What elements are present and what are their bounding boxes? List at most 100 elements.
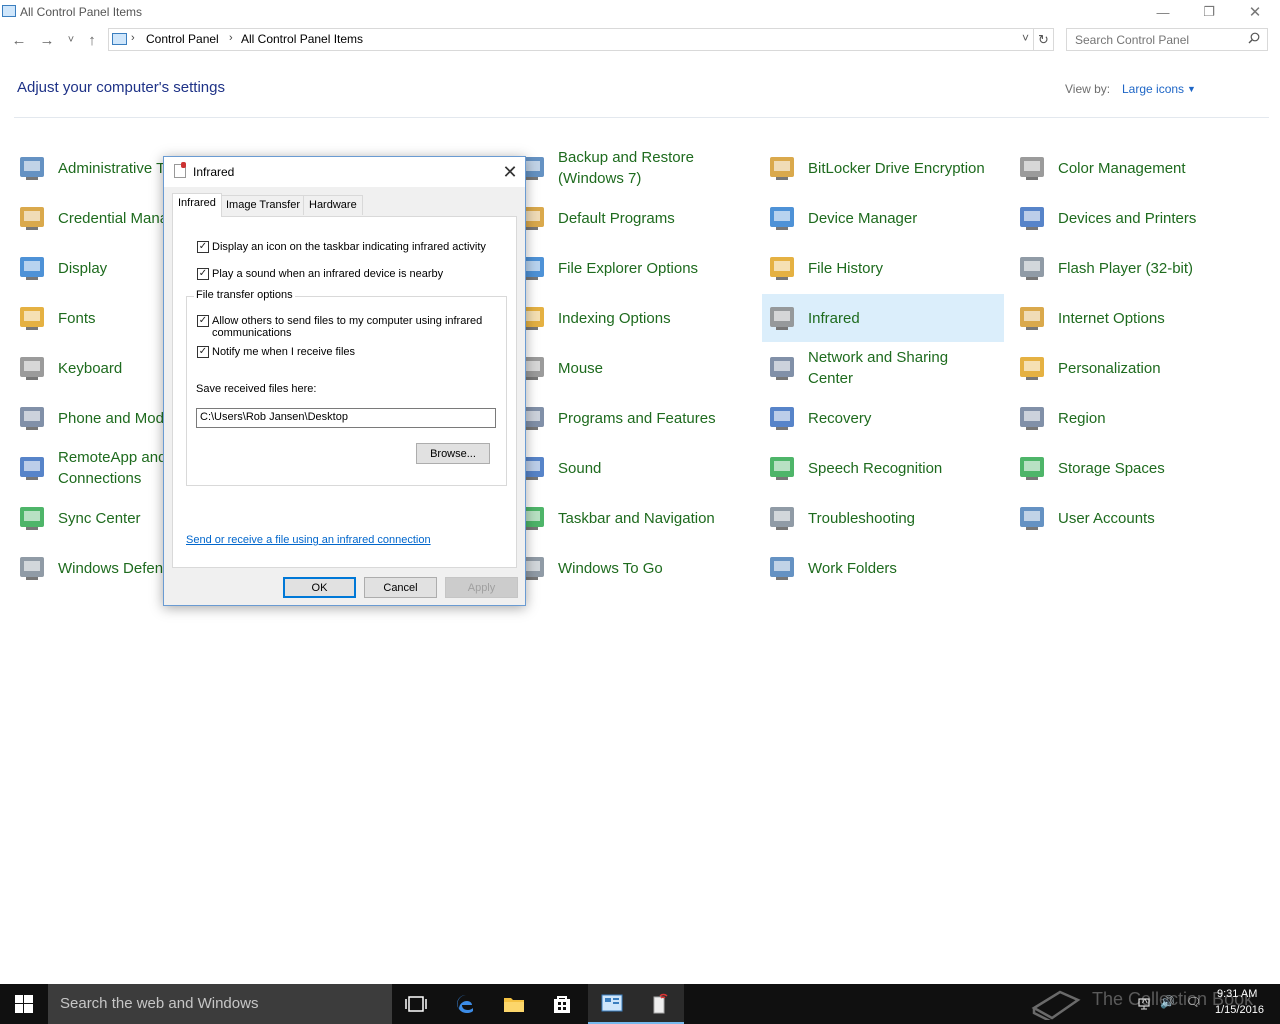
control-panel-item[interactable]: File Explorer Options	[512, 244, 754, 292]
control-panel-item[interactable]: Infrared	[762, 294, 1004, 342]
keyboard-icon	[16, 352, 48, 384]
speech-recognition-icon	[766, 452, 798, 484]
control-panel-item-label: Mouse	[558, 359, 604, 377]
network-icon[interactable]	[1138, 997, 1152, 1011]
control-panel-item-label: User Accounts	[1058, 509, 1155, 527]
page-title: Adjust your computer's settings	[17, 79, 225, 96]
address-dropdown-icon[interactable]: ˅	[1022, 31, 1029, 45]
browse-button[interactable]: Browse...	[416, 443, 490, 464]
control-panel-icon	[112, 33, 127, 45]
control-panel-item[interactable]: Color Management	[1012, 144, 1254, 192]
restore-button[interactable]: ❐	[1186, 0, 1232, 24]
taskbar-icon-checkbox[interactable]: ✓	[197, 241, 209, 253]
control-panel-item[interactable]: Default Programs	[512, 194, 754, 242]
up-arrow-icon[interactable]: ↑	[83, 30, 101, 50]
control-panel-item[interactable]: Work Folders	[762, 544, 1004, 592]
control-panel-item[interactable]: Storage Spaces	[1012, 444, 1254, 492]
control-panel-item-label: Infrared	[808, 309, 860, 327]
tab-infrared[interactable]: Infrared	[172, 193, 222, 217]
breadcrumb-control-panel[interactable]: Control Panel	[146, 32, 219, 46]
store-button[interactable]	[538, 984, 586, 1024]
devices-printers-icon	[1016, 202, 1048, 234]
control-panel-item[interactable]: Flash Player (32-bit)	[1012, 244, 1254, 292]
control-panel-item[interactable]: Sound	[512, 444, 754, 492]
minimize-button[interactable]: —	[1140, 0, 1186, 24]
breadcrumb-all-items[interactable]: All Control Panel Items	[241, 32, 363, 46]
control-panel-item[interactable]: BitLocker Drive Encryption	[762, 144, 1004, 192]
control-panel-item[interactable]: Indexing Options	[512, 294, 754, 342]
back-arrow-icon[interactable]: ←	[10, 30, 28, 50]
window-titlebar: All Control Panel Items — ❐ ✕	[0, 0, 1280, 24]
control-panel-item-label: Speech Recognition	[808, 459, 943, 477]
clock-time[interactable]: 9:31 AM	[1217, 988, 1257, 1000]
view-by-dropdown[interactable]: Large icons	[1122, 82, 1184, 96]
control-panel-taskbar-button[interactable]	[588, 984, 636, 1024]
infrared-icon	[174, 162, 186, 178]
sync-center-icon	[16, 502, 48, 534]
recovery-icon	[766, 402, 798, 434]
edge-button[interactable]	[442, 984, 490, 1024]
save-path-input[interactable]: C:\Users\Rob Jansen\Desktop	[196, 408, 496, 428]
view-by-caret-icon[interactable]: ▼	[1187, 84, 1196, 94]
cancel-button[interactable]: Cancel	[364, 577, 437, 598]
control-panel-item[interactable]: User Accounts	[1012, 494, 1254, 542]
apply-button[interactable]: Apply	[445, 577, 518, 598]
control-panel-item[interactable]: Backup and Restore (Windows 7)	[512, 144, 754, 192]
windows-defender-icon	[16, 552, 48, 584]
control-panel-item[interactable]: Internet Options	[1012, 294, 1254, 342]
internet-options-icon	[1016, 302, 1048, 334]
storage-spaces-icon	[1016, 452, 1048, 484]
control-panel-item[interactable]: Region	[1012, 394, 1254, 442]
task-view-icon	[405, 996, 427, 1012]
notifications-icon[interactable]: 🗨	[1186, 995, 1201, 1009]
forward-arrow-icon[interactable]: →	[38, 30, 56, 50]
control-panel-item[interactable]: Programs and Features	[512, 394, 754, 442]
allow-send-checkbox[interactable]: ✓	[197, 315, 209, 327]
control-panel-item[interactable]: Taskbar and Navigation	[512, 494, 754, 542]
breadcrumb-separator[interactable]: ›	[131, 32, 135, 44]
control-panel-item[interactable]: Network and Sharing Center	[762, 344, 1004, 392]
dialog-close-button[interactable]: ✕	[495, 157, 525, 187]
control-panel-item[interactable]: Troubleshooting	[762, 494, 1004, 542]
infrared-icon	[766, 302, 798, 334]
file-explorer-button[interactable]	[490, 984, 538, 1024]
control-panel-item-label: Work Folders	[808, 559, 897, 577]
control-panel-item[interactable]: Personalization	[1012, 344, 1254, 392]
control-panel-item[interactable]: Device Manager	[762, 194, 1004, 242]
store-bag-icon	[554, 996, 570, 1013]
control-panel-item-label: Color Management	[1058, 159, 1186, 177]
breadcrumb-separator[interactable]: ›	[229, 32, 233, 44]
control-panel-icon	[601, 994, 623, 1012]
control-panel-item[interactable]: Recovery	[762, 394, 1004, 442]
ok-button[interactable]: OK	[283, 577, 356, 598]
control-panel-item[interactable]: Windows To Go	[512, 544, 754, 592]
checkbox-label: Play a sound when an infrared device is …	[212, 268, 444, 280]
search-input[interactable]	[1066, 28, 1268, 51]
clock-date[interactable]: 1/15/2016	[1215, 1004, 1264, 1016]
control-panel-item-label: Recovery	[808, 409, 872, 427]
bitlocker-icon	[766, 152, 798, 184]
play-sound-checkbox[interactable]: ✓	[197, 268, 209, 280]
volume-icon[interactable]: 🔊	[1160, 995, 1175, 1009]
address-bar[interactable]: › Control Panel › All Control Panel Item…	[108, 28, 1034, 51]
control-panel-item[interactable]: Mouse	[512, 344, 754, 392]
control-panel-item[interactable]: Speech Recognition	[762, 444, 1004, 492]
refresh-icon[interactable]: ↻	[1034, 28, 1054, 51]
infrared-taskbar-button[interactable]	[636, 984, 684, 1024]
taskbar-search-box[interactable]: Search the web and Windows	[48, 984, 392, 1024]
folder-icon	[504, 998, 524, 1012]
tab-image-transfer[interactable]: Image Transfer	[220, 195, 306, 215]
notify-checkbox[interactable]: ✓	[197, 346, 209, 358]
control-panel-item[interactable]: Devices and Printers	[1012, 194, 1254, 242]
save-location-label: Save received files here:	[196, 383, 317, 395]
task-view-button[interactable]	[392, 984, 440, 1024]
search-icon[interactable]	[1248, 32, 1260, 44]
recent-locations-icon[interactable]: ˅	[62, 30, 80, 50]
windows-logo-icon	[15, 995, 33, 1013]
tab-hardware[interactable]: Hardware	[303, 195, 363, 215]
close-button[interactable]: ✕	[1232, 0, 1278, 24]
control-panel-item[interactable]: File History	[762, 244, 1004, 292]
send-receive-link[interactable]: Send or receive a file using an infrared…	[186, 534, 431, 546]
region-icon	[1016, 402, 1048, 434]
start-button[interactable]	[0, 984, 48, 1024]
